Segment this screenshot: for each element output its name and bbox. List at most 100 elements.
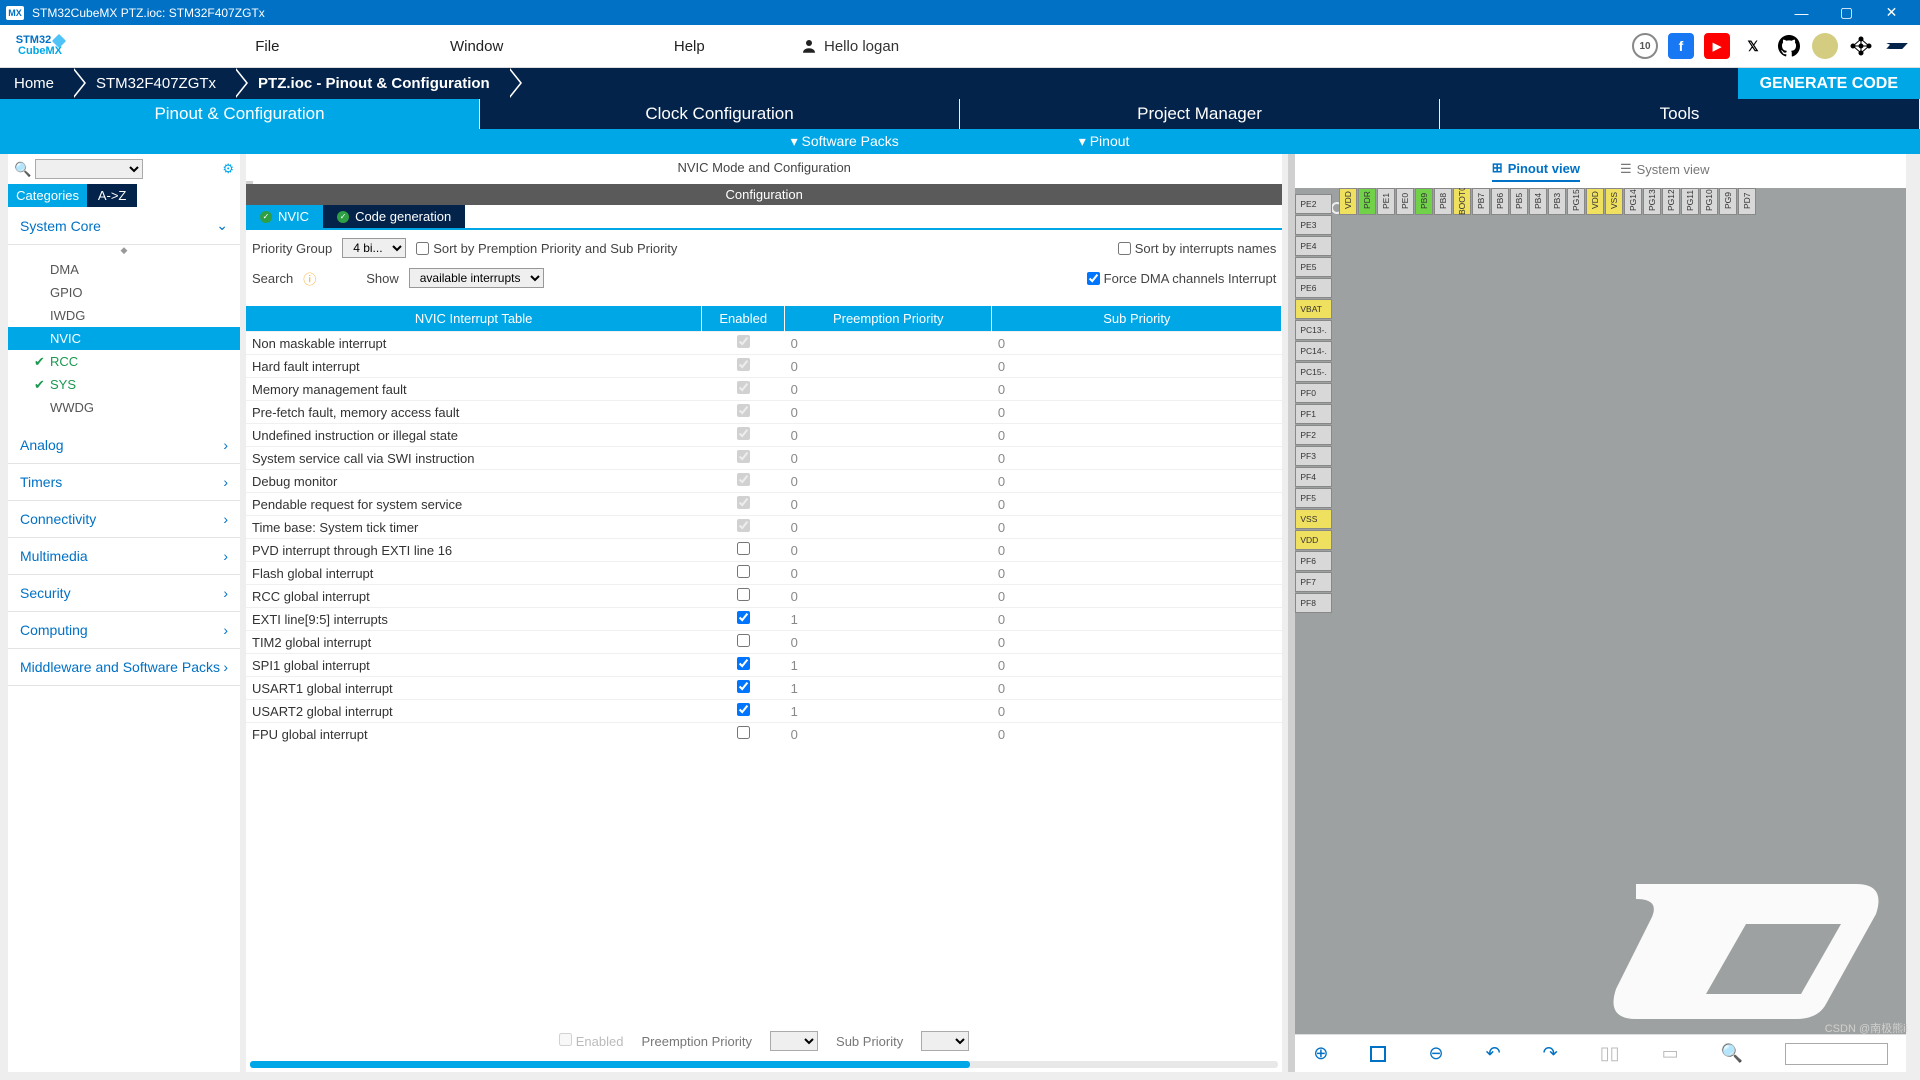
interrupt-row[interactable]: PVD interrupt through EXTI line 1600 xyxy=(246,539,1282,562)
pin-PB7[interactable]: PB7 xyxy=(1472,188,1490,215)
community-icon[interactable] xyxy=(1848,33,1874,59)
github-icon[interactable] xyxy=(1776,33,1802,59)
priority-group-select[interactable]: 4 bi... xyxy=(342,238,406,258)
pin-PE3[interactable]: PE3 xyxy=(1295,215,1332,235)
wiki-icon[interactable] xyxy=(1812,33,1838,59)
toggle-view1-icon[interactable]: ▯▯ xyxy=(1600,1043,1620,1064)
search-icon[interactable]: 🔍 xyxy=(14,161,31,178)
interrupt-row[interactable]: Debug monitor00 xyxy=(246,470,1282,493)
pin-PE2[interactable]: PE2 xyxy=(1295,194,1332,214)
pin-PG13[interactable]: PG13 xyxy=(1643,188,1661,215)
pin-VDD[interactable]: VDD xyxy=(1339,188,1357,215)
tab-pinout-view[interactable]: ⊞Pinout view xyxy=(1492,160,1580,182)
tab-tools[interactable]: Tools xyxy=(1440,99,1920,129)
periph-wwdg[interactable]: WWDG xyxy=(8,396,240,419)
interrupt-row[interactable]: Undefined instruction or illegal state00 xyxy=(246,424,1282,447)
interrupt-row[interactable]: Pendable request for system service00 xyxy=(246,493,1282,516)
interrupt-row[interactable]: SPI1 global interrupt10 xyxy=(246,654,1282,677)
menu-window[interactable]: Window xyxy=(450,38,503,55)
pin-PG14[interactable]: PG14 xyxy=(1624,188,1642,215)
close-button[interactable]: ✕ xyxy=(1869,0,1914,25)
pin-PB9[interactable]: PB9 xyxy=(1415,188,1433,215)
pin-PC14-.[interactable]: PC14-. xyxy=(1295,341,1332,361)
enable-checkbox[interactable] xyxy=(737,611,750,624)
bottom-sp-select[interactable] xyxy=(921,1031,969,1051)
show-select[interactable]: available interrupts xyxy=(409,268,544,288)
pin-PB8[interactable]: PB8 xyxy=(1434,188,1452,215)
col-enabled[interactable]: Enabled xyxy=(702,306,785,332)
pin-VBAT[interactable]: VBAT xyxy=(1295,299,1332,319)
sort-names-checkbox[interactable]: Sort by interrupts names xyxy=(1118,241,1277,256)
pin-PB3[interactable]: PB3 xyxy=(1548,188,1566,215)
periph-gpio[interactable]: GPIO xyxy=(8,281,240,304)
enable-checkbox[interactable] xyxy=(737,634,750,647)
subtab-codegen[interactable]: ✓Code generation xyxy=(323,205,465,228)
col-subprio[interactable]: Sub Priority xyxy=(992,306,1282,332)
search-info-icon[interactable]: ⓘ xyxy=(303,269,316,288)
enable-checkbox[interactable] xyxy=(737,703,750,716)
bottom-pp-select[interactable] xyxy=(770,1031,818,1051)
pin-PF1[interactable]: PF1 xyxy=(1295,404,1332,424)
interrupt-row[interactable]: System service call via SWI instruction0… xyxy=(246,447,1282,470)
subtab-software-packs[interactable]: Software Packs xyxy=(791,133,899,150)
pin-PF6[interactable]: PF6 xyxy=(1295,551,1332,571)
interrupt-row[interactable]: RCC global interrupt00 xyxy=(246,585,1282,608)
col-preempt[interactable]: Preemption Priority xyxy=(785,306,992,332)
x-twitter-icon[interactable]: 𝕏 xyxy=(1740,33,1766,59)
tab-az[interactable]: A->Z xyxy=(87,184,137,207)
pin-PC15-.[interactable]: PC15-. xyxy=(1295,362,1332,382)
facebook-icon[interactable]: f xyxy=(1668,33,1694,59)
pin-PF7[interactable]: PF7 xyxy=(1295,572,1332,592)
pin-PD7[interactable]: PD7 xyxy=(1738,188,1756,215)
breadcrumb-page[interactable]: PTZ.ioc - Pinout & Configuration xyxy=(234,68,508,99)
breadcrumb-home[interactable]: Home xyxy=(0,68,72,99)
sort-preempt-checkbox[interactable]: Sort by Premption Priority and Sub Prior… xyxy=(416,241,677,256)
youtube-icon[interactable]: ▶ xyxy=(1704,33,1730,59)
zoom-in-icon[interactable]: ⊕ xyxy=(1313,1043,1328,1064)
pinout-search-icon[interactable]: 🔍 xyxy=(1721,1043,1743,1064)
interrupt-row[interactable]: Non maskable interrupt00 xyxy=(246,332,1282,355)
pin-VDD[interactable]: VDD xyxy=(1586,188,1604,215)
settings-gear-icon[interactable]: ⚙ xyxy=(222,161,234,177)
pin-PF8[interactable]: PF8 xyxy=(1295,593,1332,613)
tab-categories[interactable]: Categories xyxy=(8,184,87,207)
search-select[interactable] xyxy=(35,159,143,179)
breadcrumb-chip[interactable]: STM32F407ZGTx xyxy=(72,68,234,99)
pin-PC13-.[interactable]: PC13-. xyxy=(1295,320,1332,340)
pinout-search-input[interactable] xyxy=(1785,1043,1888,1065)
force-dma-checkbox[interactable]: Force DMA channels Interrupt xyxy=(1087,271,1277,286)
st-logo-icon[interactable] xyxy=(1884,33,1910,59)
interrupt-row[interactable]: USART1 global interrupt10 xyxy=(246,677,1282,700)
pin-PF0[interactable]: PF0 xyxy=(1295,383,1332,403)
menu-help[interactable]: Help xyxy=(674,38,705,55)
anniversary-badge-icon[interactable]: 10 xyxy=(1632,33,1658,59)
enable-checkbox[interactable] xyxy=(737,565,750,578)
subtab-nvic[interactable]: ✓NVIC xyxy=(246,205,323,228)
pin-PG12[interactable]: PG12 xyxy=(1662,188,1680,215)
tab-project-manager[interactable]: Project Manager xyxy=(960,99,1440,129)
pin-PF3[interactable]: PF3 xyxy=(1295,446,1332,466)
enable-checkbox[interactable] xyxy=(737,680,750,693)
interrupt-row[interactable]: Hard fault interrupt00 xyxy=(246,355,1282,378)
fit-icon[interactable] xyxy=(1370,1046,1386,1062)
generate-code-button[interactable]: GENERATE CODE xyxy=(1738,68,1920,99)
subtab-pinout[interactable]: Pinout xyxy=(1079,133,1130,150)
pin-PF2[interactable]: PF2 xyxy=(1295,425,1332,445)
tab-clock-config[interactable]: Clock Configuration xyxy=(480,99,960,129)
pin-PB5[interactable]: PB5 xyxy=(1510,188,1528,215)
pin-PDR[interactable]: PDR xyxy=(1358,188,1376,215)
interrupt-row[interactable]: TIM2 global interrupt00 xyxy=(246,631,1282,654)
user-label[interactable]: Hello logan xyxy=(800,37,899,55)
interrupt-row[interactable]: EXTI line[9:5] interrupts10 xyxy=(246,608,1282,631)
pin-PG11[interactable]: PG11 xyxy=(1681,188,1699,215)
pin-PG15[interactable]: PG15 xyxy=(1567,188,1585,215)
pin-VSS[interactable]: VSS xyxy=(1295,509,1332,529)
enable-checkbox[interactable] xyxy=(737,588,750,601)
zoom-out-icon[interactable]: ⊖ xyxy=(1428,1043,1443,1064)
category-timers[interactable]: Timers› xyxy=(8,464,240,501)
category-multimedia[interactable]: Multimedia› xyxy=(8,538,240,575)
interrupt-row[interactable]: Memory management fault00 xyxy=(246,378,1282,401)
maximize-button[interactable]: ▢ xyxy=(1824,0,1869,25)
pin-PF4[interactable]: PF4 xyxy=(1295,467,1332,487)
category-computing[interactable]: Computing› xyxy=(8,612,240,649)
